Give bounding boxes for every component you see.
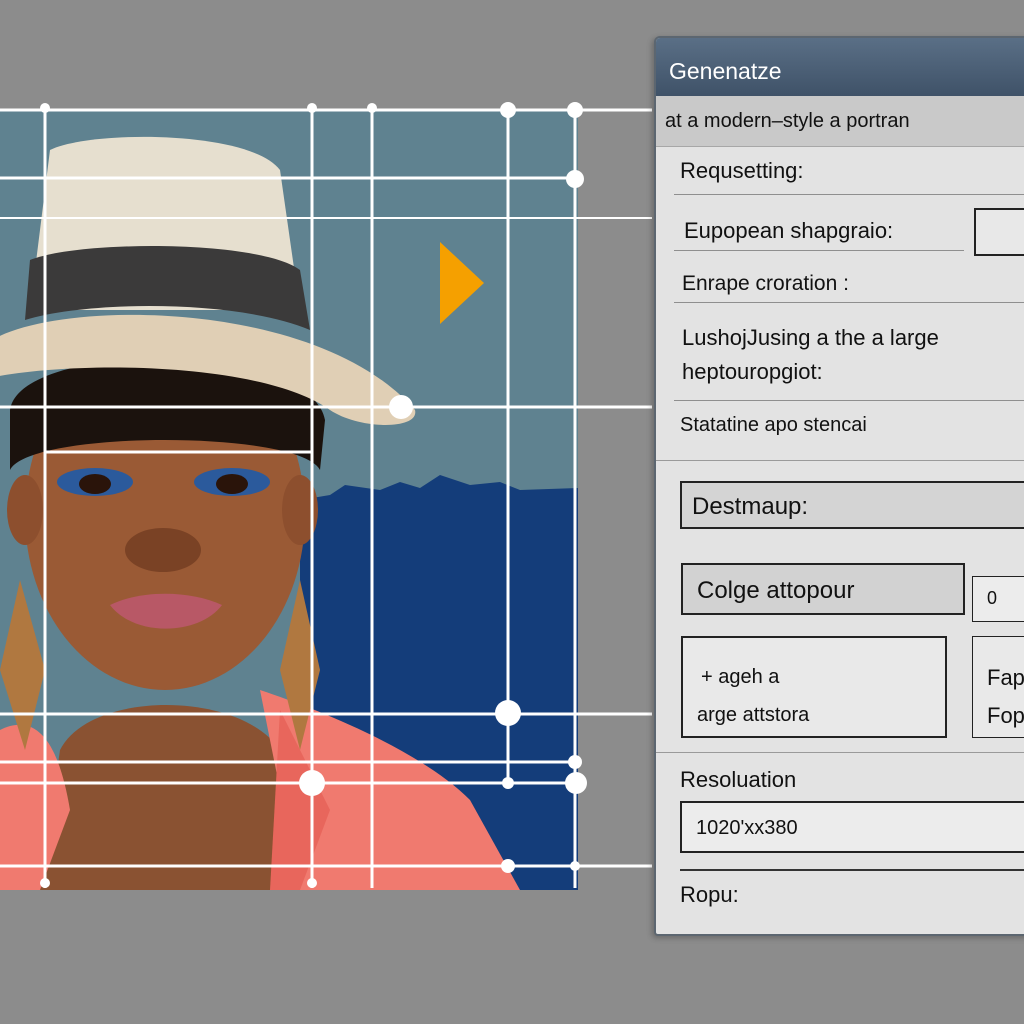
resolution-input[interactable]: 1020'xx380 <box>680 801 1024 853</box>
divider <box>674 302 1024 303</box>
destmaup-field[interactable]: Destmaup: <box>680 481 1024 529</box>
colge-value: 0 <box>987 588 998 608</box>
portrait-image <box>0 110 578 890</box>
divider <box>680 869 1024 871</box>
colge-label: Colge attopour <box>697 577 855 604</box>
divider <box>656 752 1024 753</box>
side-line2: Fop <box>987 703 1024 728</box>
resolution-value: 1020'xx380 <box>696 817 798 839</box>
european-input[interactable] <box>974 208 1024 256</box>
destmaup-label: Destmaup: <box>692 493 809 520</box>
divider <box>674 194 1024 195</box>
play-triangle-icon[interactable] <box>440 242 484 324</box>
generate-panel: Genenatze at a modern–style a portran Re… <box>654 36 1024 936</box>
lushoj-line1: LushojJusing a the a large <box>682 325 939 350</box>
panel-title: Genenatze <box>656 38 1024 96</box>
divider <box>656 460 1024 461</box>
ageh-line1: + ageh a <box>701 666 780 688</box>
side-option[interactable]: Fap Fop <box>972 636 1024 738</box>
divider <box>674 250 964 251</box>
image-canvas[interactable] <box>0 110 578 890</box>
european-label: Eupopean shapgraio: <box>684 218 894 243</box>
ropu-label: Ropu: <box>680 882 739 907</box>
enrape-label: Enrape croration : <box>682 272 849 295</box>
requesting-label: Requsetting: <box>680 158 804 183</box>
divider <box>674 400 1024 401</box>
colge-button[interactable]: Colge attopour <box>681 563 965 615</box>
colge-value-input[interactable]: 0 <box>972 576 1024 622</box>
resolution-label: Resoluation <box>680 767 797 792</box>
lushoj-line2: heptouropgiot: <box>682 359 823 384</box>
ageh-option[interactable]: + ageh a arge attstora <box>681 636 947 738</box>
side-line1: Fap <box>987 665 1024 690</box>
prompt-text[interactable]: at a modern–style a portran <box>656 96 1024 147</box>
ageh-line2: arge attstora <box>697 704 810 726</box>
statatine-label: Statatine apo stencai <box>680 414 867 436</box>
